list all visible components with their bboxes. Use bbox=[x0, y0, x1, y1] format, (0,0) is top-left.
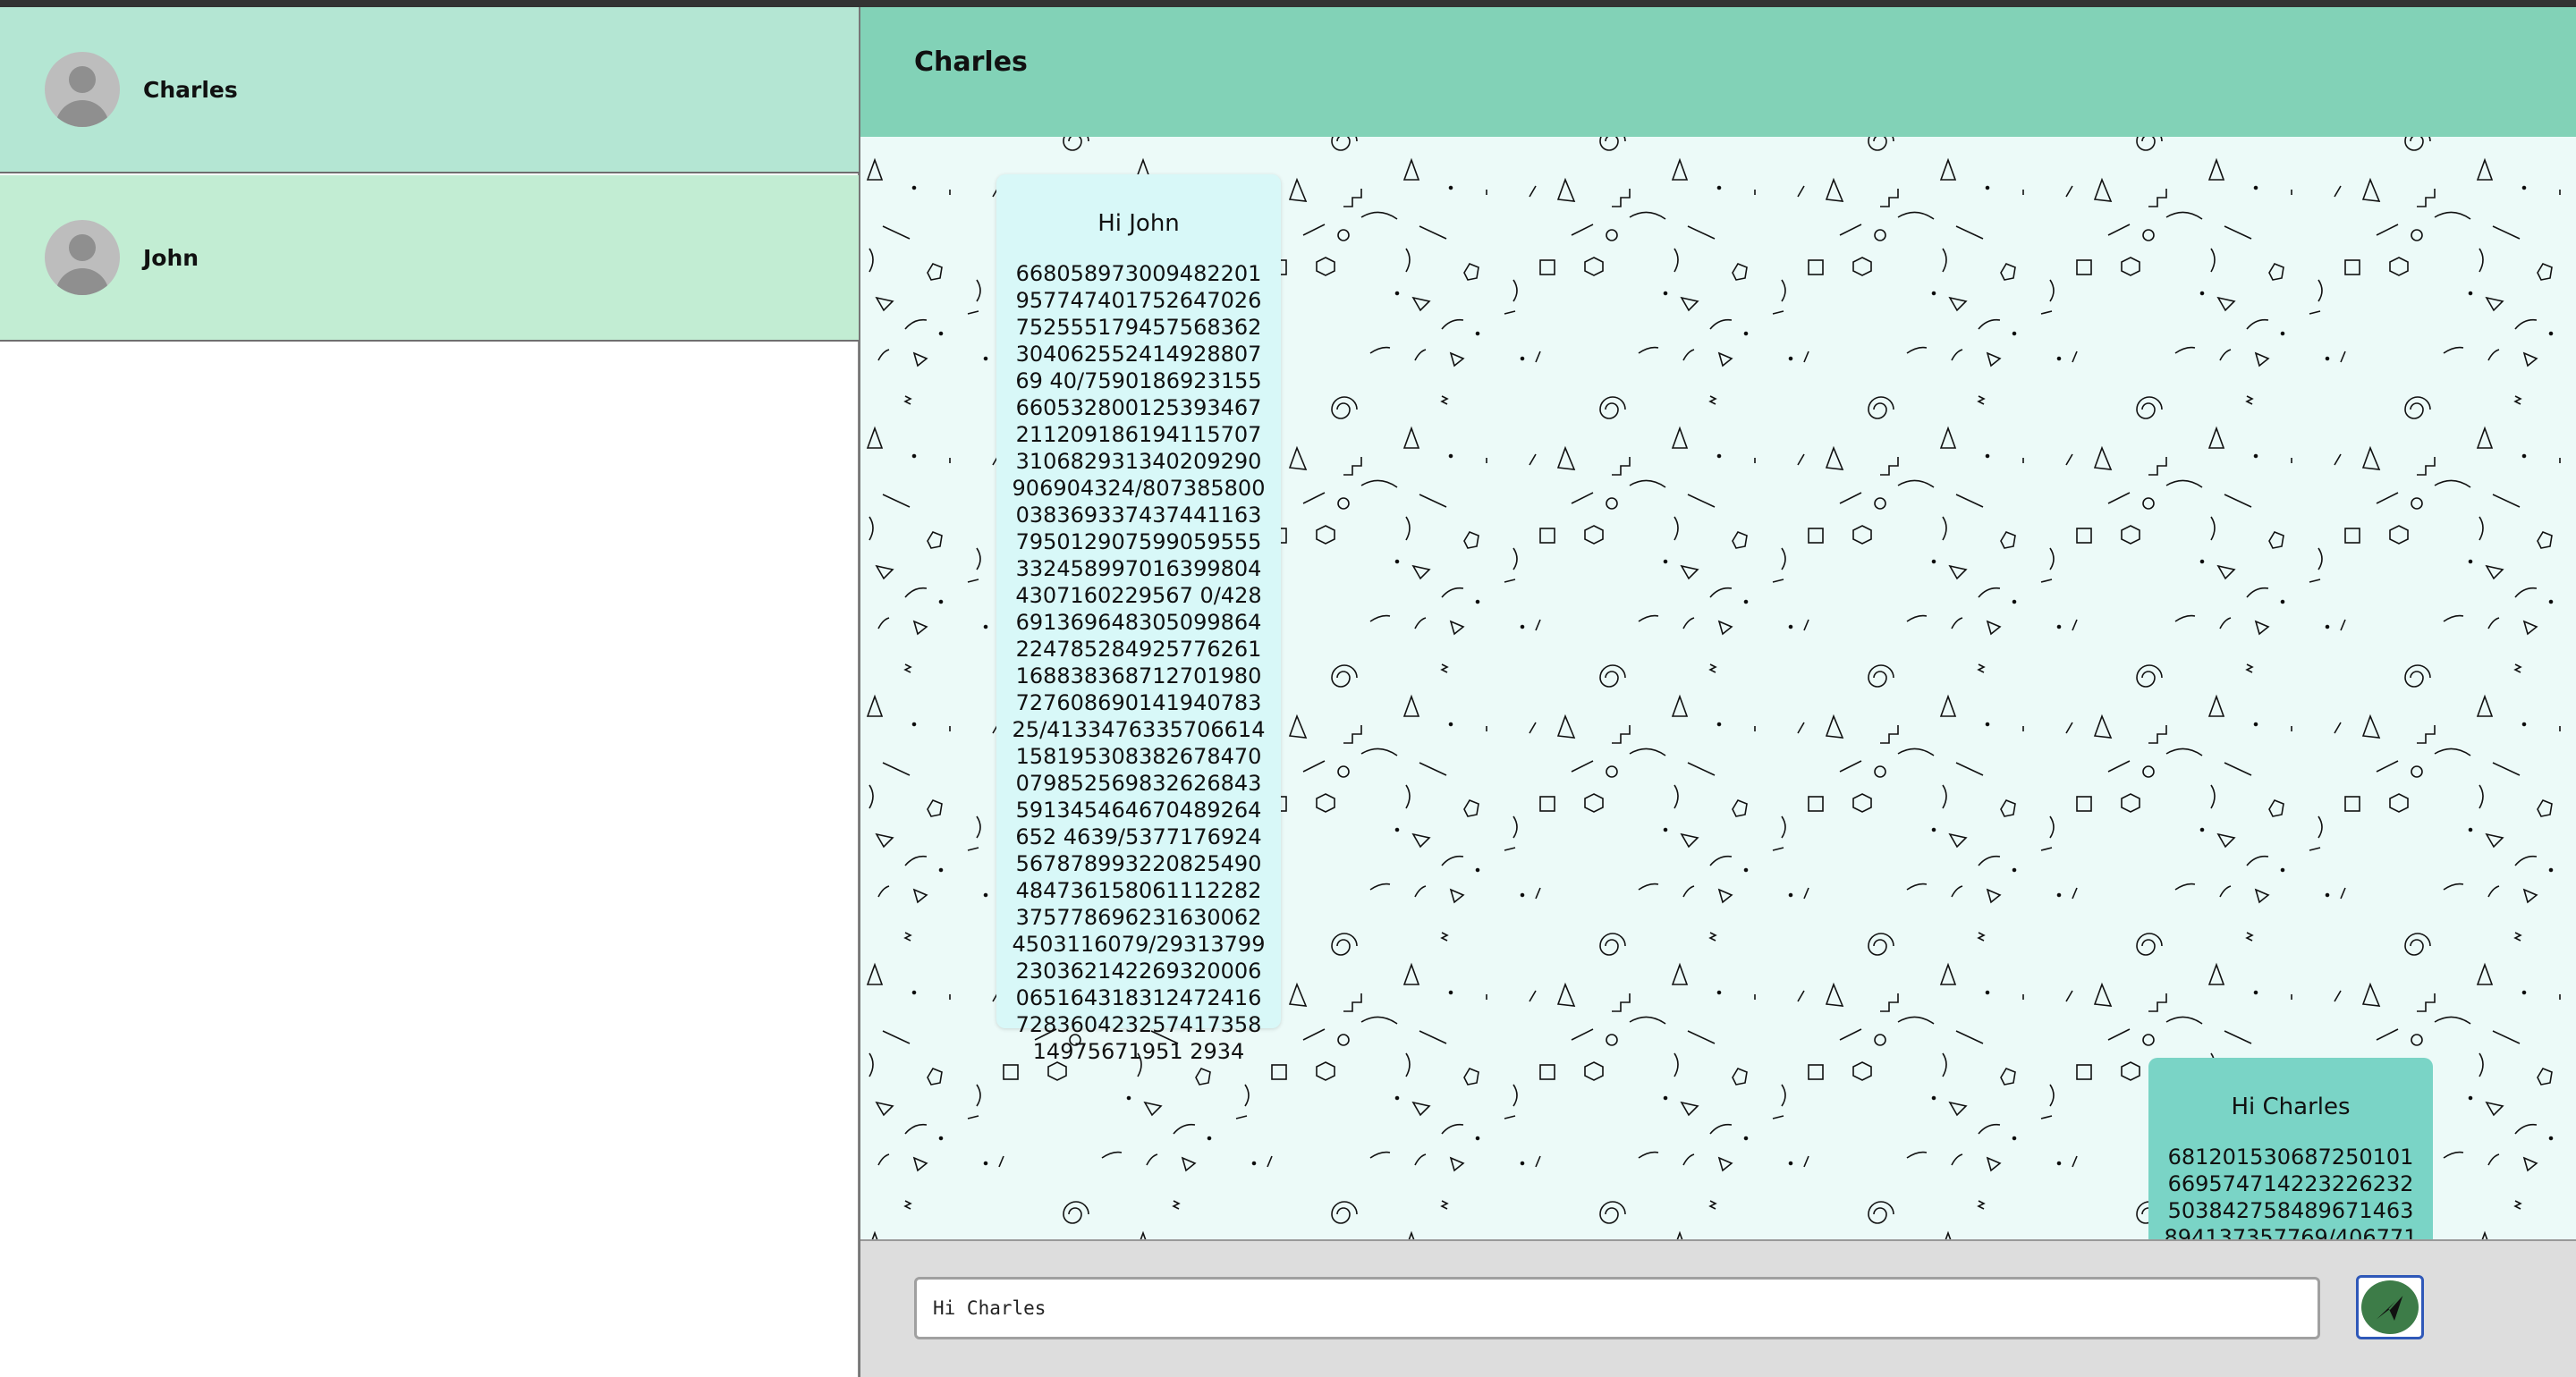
avatar bbox=[45, 52, 120, 127]
message-bubble-outgoing: Hi Charles 68120153068725010166957471422… bbox=[2148, 1058, 2433, 1239]
contact-item-charles[interactable]: Charles bbox=[0, 7, 859, 173]
window-top-bar bbox=[0, 0, 2576, 7]
contacts-sidebar: Charles John bbox=[0, 7, 859, 1377]
message-list[interactable]: Hi John 66805897300948220195774740175264… bbox=[860, 137, 2576, 1239]
avatar bbox=[45, 220, 120, 295]
contact-item-john[interactable]: John bbox=[0, 175, 859, 342]
message-text: 6812015306872501016695747142232262325038… bbox=[2164, 1145, 2418, 1239]
message-composer bbox=[860, 1239, 2576, 1377]
chat-title: Charles bbox=[914, 46, 1028, 78]
message-greeting: Hi John bbox=[1097, 210, 1180, 237]
message-bubble-incoming: Hi John 66805897300948220195774740175264… bbox=[996, 174, 1281, 1064]
paper-plane-icon bbox=[2377, 1293, 2404, 1321]
contact-name: Charles bbox=[143, 76, 238, 103]
contact-name: John bbox=[143, 244, 199, 271]
message-text: 6680589730094822019577474017526470267525… bbox=[1012, 261, 1266, 1064]
message-input[interactable] bbox=[914, 1277, 2320, 1339]
chat-header: Charles bbox=[860, 7, 2576, 137]
chat-panel: Charles Hi John 668058973009482201957747… bbox=[859, 7, 2576, 1377]
message-greeting: Hi Charles bbox=[2231, 1094, 2351, 1120]
send-button[interactable] bbox=[2356, 1275, 2424, 1339]
